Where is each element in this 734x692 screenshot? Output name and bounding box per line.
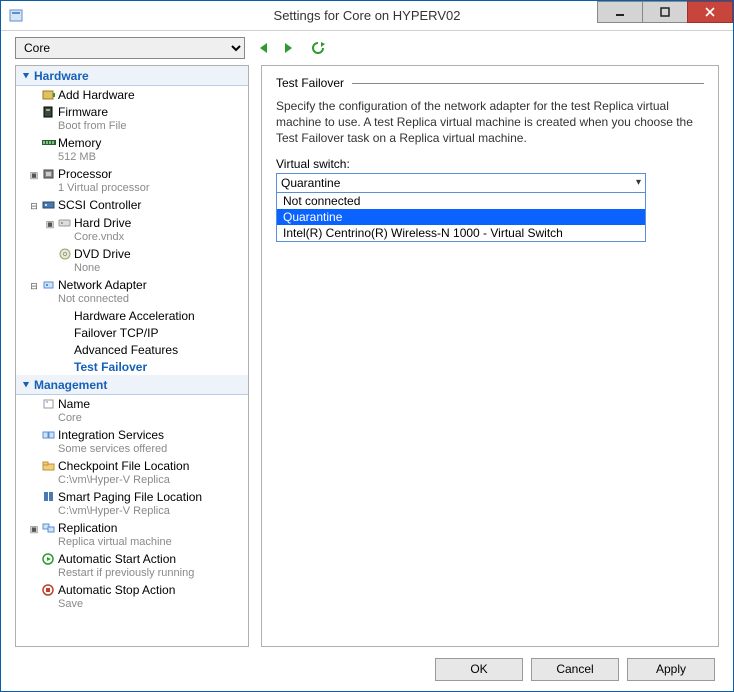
detail-title: Test Failover xyxy=(276,76,344,90)
tree-item-name[interactable]: NameCore xyxy=(16,395,248,426)
memory-icon xyxy=(40,136,58,150)
nav-back-icon[interactable] xyxy=(255,39,273,57)
ok-button[interactable]: OK xyxy=(435,658,523,681)
tree-item-memory[interactable]: Memory512 MB xyxy=(16,134,248,165)
collapse-icon: ⯆ xyxy=(22,71,30,82)
detail-description: Specify the configuration of the network… xyxy=(276,98,704,147)
window-maximize-button[interactable] xyxy=(642,1,688,23)
dialog-buttons: OK Cancel Apply xyxy=(1,647,733,691)
title-bar: Settings for Core on HYPERV02 xyxy=(1,1,733,31)
toolbar: Core xyxy=(1,31,733,65)
collapse-icon[interactable]: ⊟ xyxy=(28,278,40,293)
virtual-switch-dropdown: Not connected Quarantine Intel(R) Centri… xyxy=(276,193,646,242)
settings-tree: ⯆ Hardware Add Hardware FirmwareBoot fro… xyxy=(15,65,249,647)
tree-item-advanced-features[interactable]: Advanced Features xyxy=(16,341,248,358)
expand-icon[interactable]: ▣ xyxy=(44,216,56,231)
dropdown-option[interactable]: Quarantine xyxy=(277,209,645,225)
tree-item-network-adapter[interactable]: ⊟ Network AdapterNot connected xyxy=(16,276,248,307)
processor-icon xyxy=(40,167,58,181)
section-header-management[interactable]: ⯆ Management xyxy=(16,375,248,395)
virtual-switch-label: Virtual switch: xyxy=(276,157,704,171)
section-header-hardware[interactable]: ⯆ Hardware xyxy=(16,66,248,86)
tree-item-test-failover[interactable]: Test Failover xyxy=(16,358,248,375)
replication-icon xyxy=(40,521,58,535)
tree-item-hw-accel[interactable]: Hardware Acceleration xyxy=(16,307,248,324)
network-adapter-icon xyxy=(40,278,58,292)
auto-stop-icon xyxy=(40,583,58,597)
tree-item-auto-stop[interactable]: Automatic Stop ActionSave xyxy=(16,581,248,612)
detail-pane: Test Failover Specify the configuration … xyxy=(261,65,719,647)
tree-item-failover-tcpip[interactable]: Failover TCP/IP xyxy=(16,324,248,341)
window-close-button[interactable] xyxy=(687,1,733,23)
tree-item-scsi-controller[interactable]: ⊟ SCSI Controller xyxy=(16,196,248,214)
dropdown-option[interactable]: Not connected xyxy=(277,193,645,209)
expand-icon[interactable]: ▣ xyxy=(28,167,40,182)
virtual-switch-combo[interactable]: Quarantine ▾ xyxy=(276,173,646,193)
integration-icon xyxy=(40,428,58,442)
combo-value: Quarantine xyxy=(281,176,340,190)
tree-item-firmware[interactable]: FirmwareBoot from File xyxy=(16,103,248,134)
collapse-icon: ⯆ xyxy=(22,380,30,391)
expand-icon[interactable]: ▣ xyxy=(28,521,40,536)
tree-item-add-hardware[interactable]: Add Hardware xyxy=(16,86,248,103)
scsi-icon xyxy=(40,198,58,212)
tree-item-processor[interactable]: ▣ Processor1 Virtual processor xyxy=(16,165,248,196)
tree-item-hard-drive[interactable]: ▣ Hard DriveCore.vndx xyxy=(16,214,248,245)
apply-button[interactable]: Apply xyxy=(627,658,715,681)
name-icon xyxy=(40,397,58,411)
tree-item-replication[interactable]: ▣ ReplicationReplica virtual machine xyxy=(16,519,248,550)
tree-item-smart-paging[interactable]: Smart Paging File LocationC:\vm\Hyper-V … xyxy=(16,488,248,519)
dropdown-option[interactable]: Intel(R) Centrino(R) Wireless-N 1000 - V… xyxy=(277,225,645,241)
paging-icon xyxy=(40,490,58,504)
tree-item-integration-services[interactable]: Integration ServicesSome services offere… xyxy=(16,426,248,457)
dvd-icon xyxy=(56,247,74,261)
checkpoint-icon xyxy=(40,459,58,473)
tree-item-dvd-drive[interactable]: DVD DriveNone xyxy=(16,245,248,276)
auto-start-icon xyxy=(40,552,58,566)
collapse-icon[interactable]: ⊟ xyxy=(28,198,40,213)
tree-item-checkpoint-location[interactable]: Checkpoint File LocationC:\vm\Hyper-V Re… xyxy=(16,457,248,488)
add-hardware-icon xyxy=(40,88,58,102)
vm-selector[interactable]: Core xyxy=(15,37,245,59)
tree-item-auto-start[interactable]: Automatic Start ActionRestart if previou… xyxy=(16,550,248,581)
hard-drive-icon xyxy=(56,216,74,230)
chevron-down-icon: ▾ xyxy=(636,177,641,188)
firmware-icon xyxy=(40,105,58,119)
app-icon xyxy=(9,8,25,24)
window-minimize-button[interactable] xyxy=(597,1,643,23)
nav-forward-icon[interactable] xyxy=(279,39,297,57)
cancel-button[interactable]: Cancel xyxy=(531,658,619,681)
section-label: Management xyxy=(34,378,107,392)
section-label: Hardware xyxy=(34,69,89,83)
refresh-icon[interactable] xyxy=(309,39,327,57)
